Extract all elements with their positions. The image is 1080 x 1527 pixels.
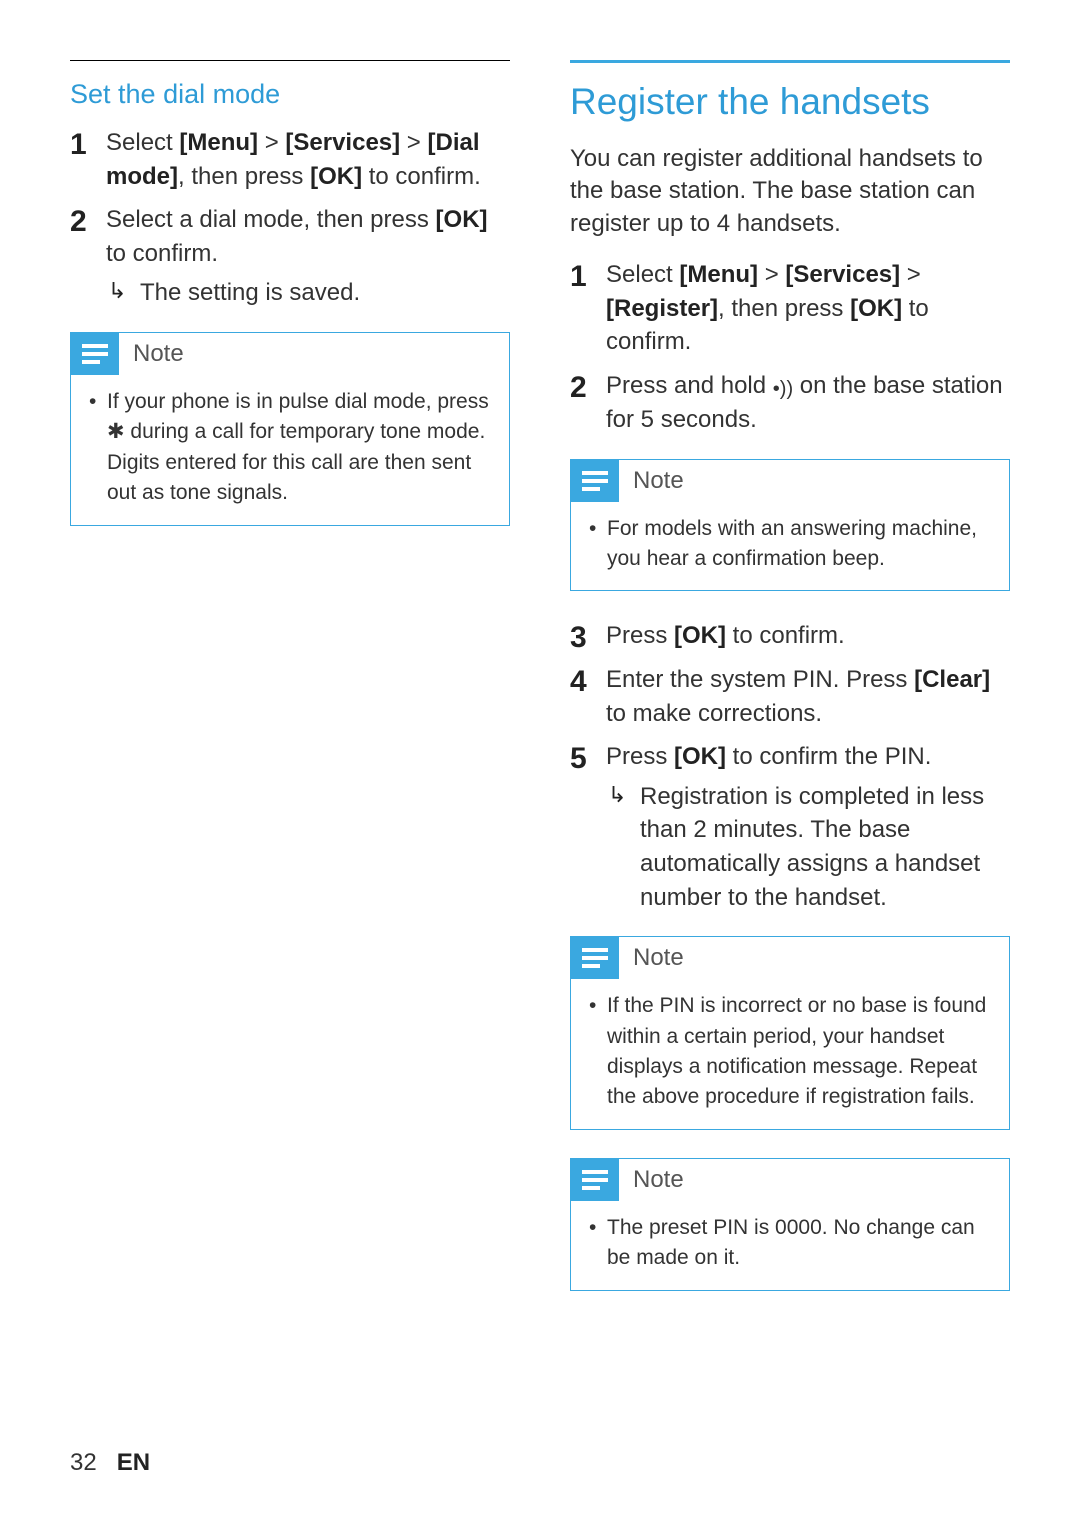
step: Select [Menu] > [Services] > [Dial mode]… [70,126,510,193]
step: Press [OK] to confirm. [570,619,1010,653]
page-footer: 32 EN [70,1449,1010,1477]
step-text: Select [Menu] > [Services] > [Register],… [606,261,929,355]
note-icon [571,1159,619,1201]
note-label: Note [633,467,684,495]
step-text: Press [OK] to confirm. [606,622,845,649]
step-text: Select [Menu] > [Services] > [Dial mode]… [106,129,481,190]
note-header: Note [71,333,509,375]
note-label: Note [633,944,684,972]
intro-text: You can register additional handsets to … [570,143,1010,240]
note-box: Note If the PIN is incorrect or no base … [570,936,1010,1130]
note-header: Note [571,460,1009,502]
step: Press and hold •)) on the base station f… [570,369,1010,437]
rule [70,60,510,61]
note-icon [571,937,619,979]
heading-set-dial-mode: Set the dial mode [70,79,510,110]
step: Select [Menu] > [Services] > [Register],… [570,258,1010,359]
page-language: EN [117,1449,150,1477]
steps-dial-mode: Select [Menu] > [Services] > [Dial mode]… [70,126,510,310]
note-item: For models with an answering machine, yo… [589,514,991,575]
note-item: If your phone is in pulse dial mode, pre… [89,387,491,509]
step: Press [OK] to confirm the PIN. Registrat… [570,740,1010,914]
step-result: The setting is saved. [106,276,510,310]
note-icon [71,333,119,375]
step-result: Registration is completed in less than 2… [606,780,1010,914]
note-box: Note For models with an answering machin… [570,459,1010,592]
rule-accent [570,60,1010,63]
note-box: Note If your phone is in pulse dial mode… [70,332,510,526]
left-column: Set the dial mode Select [Menu] > [Servi… [70,60,510,1439]
note-body: The preset PIN is 0000. No change can be… [571,1201,1009,1290]
step-text: Select a dial mode, then press [OK] to c… [106,206,488,267]
two-column-layout: Set the dial mode Select [Menu] > [Servi… [70,60,1010,1439]
step: Select a dial mode, then press [OK] to c… [70,203,510,310]
note-header: Note [571,937,1009,979]
step-text: Press and hold •)) on the base station f… [606,372,1003,433]
steps-register-b: Press [OK] to confirm. Enter the system … [570,619,1010,914]
steps-register-a: Select [Menu] > [Services] > [Register],… [570,258,1010,436]
note-icon [571,460,619,502]
step-text: Press [OK] to confirm the PIN. [606,743,931,770]
page-number: 32 [70,1449,97,1477]
step-text: Enter the system PIN. Press [Clear] to m… [606,666,990,727]
note-label: Note [133,340,184,368]
note-body: For models with an answering machine, yo… [571,502,1009,591]
note-body: If the PIN is incorrect or no base is fo… [571,979,1009,1129]
manual-page: Set the dial mode Select [Menu] > [Servi… [0,0,1080,1527]
note-label: Note [633,1166,684,1194]
step: Enter the system PIN. Press [Clear] to m… [570,663,1010,730]
note-header: Note [571,1159,1009,1201]
note-item: The preset PIN is 0000. No change can be… [589,1213,991,1274]
heading-register-handsets: Register the handsets [570,81,1010,123]
note-box: Note The preset PIN is 0000. No change c… [570,1158,1010,1291]
note-item: If the PIN is incorrect or no base is fo… [589,991,991,1113]
note-body: If your phone is in pulse dial mode, pre… [71,375,509,525]
right-column: Register the handsets You can register a… [570,60,1010,1439]
